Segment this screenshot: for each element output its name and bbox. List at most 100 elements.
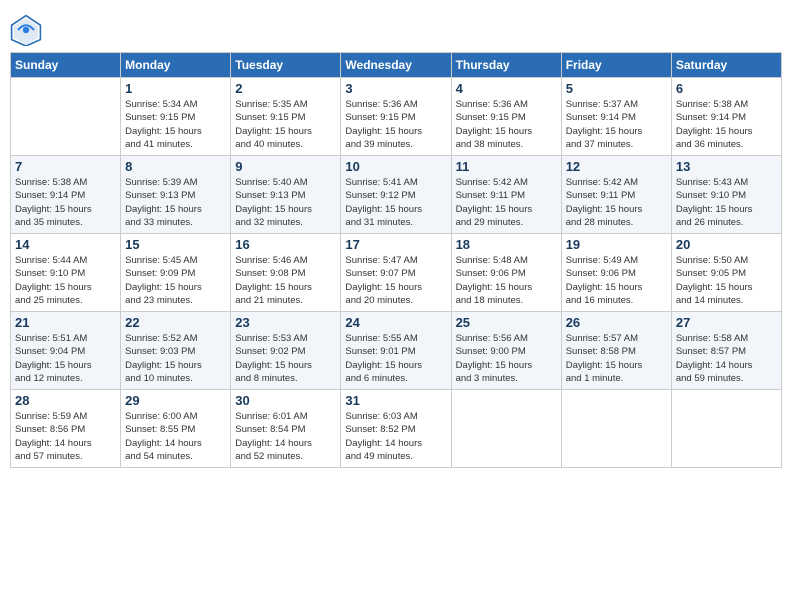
calendar-cell: 17 Sunrise: 5:47 AM Sunset: 9:07 PM Dayli…: [341, 234, 451, 312]
day-number: 3: [345, 81, 446, 96]
day-number: 11: [456, 159, 557, 174]
calendar-cell: 3 Sunrise: 5:36 AM Sunset: 9:15 PM Daylig…: [341, 78, 451, 156]
calendar-cell: 26Sunrise: 5:57 AM Sunset: 8:58 PM Dayli…: [561, 312, 671, 390]
day-info: Sunrise: 5:34 AM Sunset: 9:15 PM Dayligh…: [125, 98, 226, 151]
day-info: Sunrise: 6:03 AM Sunset: 8:52 PM Dayligh…: [345, 410, 446, 463]
header-row: SundayMondayTuesdayWednesdayThursdayFrid…: [11, 53, 782, 78]
calendar-cell: 8 Sunrise: 5:39 AM Sunset: 9:13 PM Daylig…: [121, 156, 231, 234]
calendar-cell: 28 Sunrise: 5:59 AM Sunset: 8:56 PM Dayli…: [11, 390, 121, 468]
day-info: Sunrise: 5:52 AM Sunset: 9:03 PM Dayligh…: [125, 332, 226, 385]
day-number: 28: [15, 393, 116, 408]
calendar-cell: 7 Sunrise: 5:38 AM Sunset: 9:14 PM Daylig…: [11, 156, 121, 234]
day-number: 9: [235, 159, 336, 174]
day-number: 19: [566, 237, 667, 252]
day-info: Sunrise: 6:01 AM Sunset: 8:54 PM Dayligh…: [235, 410, 336, 463]
week-row-1: 1 Sunrise: 5:34 AM Sunset: 9:15 PM Daylig…: [11, 78, 782, 156]
calendar-cell: 1 Sunrise: 5:34 AM Sunset: 9:15 PM Daylig…: [121, 78, 231, 156]
calendar-cell: 21 Sunrise: 5:51 AM Sunset: 9:04 PM Dayli…: [11, 312, 121, 390]
day-info: Sunrise: 5:56 AM Sunset: 9:00 PM Dayligh…: [456, 332, 557, 385]
calendar-cell: [671, 390, 781, 468]
day-info: Sunrise: 5:44 AM Sunset: 9:10 PM Dayligh…: [15, 254, 116, 307]
calendar-cell: 14 Sunrise: 5:44 AM Sunset: 9:10 PM Dayli…: [11, 234, 121, 312]
day-number: 18: [456, 237, 557, 252]
day-number: 13: [676, 159, 777, 174]
week-row-4: 21 Sunrise: 5:51 AM Sunset: 9:04 PM Dayli…: [11, 312, 782, 390]
calendar-cell: 23 Sunrise: 5:53 AM Sunset: 9:02 PM Dayli…: [231, 312, 341, 390]
calendar-cell: [11, 78, 121, 156]
day-info: Sunrise: 5:51 AM Sunset: 9:04 PM Dayligh…: [15, 332, 116, 385]
day-number: 15: [125, 237, 226, 252]
day-info: Sunrise: 5:43 AM Sunset: 9:10 PM Dayligh…: [676, 176, 777, 229]
calendar-cell: 22 Sunrise: 5:52 AM Sunset: 9:03 PM Dayli…: [121, 312, 231, 390]
day-number: 20: [676, 237, 777, 252]
day-info: Sunrise: 5:41 AM Sunset: 9:12 PM Dayligh…: [345, 176, 446, 229]
day-info: Sunrise: 5:42 AM Sunset: 9:11 PM Dayligh…: [566, 176, 667, 229]
day-number: 4: [456, 81, 557, 96]
week-row-3: 14 Sunrise: 5:44 AM Sunset: 9:10 PM Dayli…: [11, 234, 782, 312]
day-number: 30: [235, 393, 336, 408]
calendar-cell: 5Sunrise: 5:37 AM Sunset: 9:14 PM Daylig…: [561, 78, 671, 156]
day-number: 8: [125, 159, 226, 174]
col-header-wednesday: Wednesday: [341, 53, 451, 78]
day-number: 21: [15, 315, 116, 330]
calendar-cell: 31 Sunrise: 6:03 AM Sunset: 8:52 PM Dayli…: [341, 390, 451, 468]
calendar-cell: 20 Sunrise: 5:50 AM Sunset: 9:05 PM Dayli…: [671, 234, 781, 312]
calendar-cell: 16Sunrise: 5:46 AM Sunset: 9:08 PM Dayli…: [231, 234, 341, 312]
day-info: Sunrise: 5:35 AM Sunset: 9:15 PM Dayligh…: [235, 98, 336, 151]
day-number: 2: [235, 81, 336, 96]
calendar-cell: 9 Sunrise: 5:40 AM Sunset: 9:13 PM Daylig…: [231, 156, 341, 234]
calendar-cell: 19 Sunrise: 5:49 AM Sunset: 9:06 PM Dayli…: [561, 234, 671, 312]
calendar-cell: [561, 390, 671, 468]
calendar-cell: 11 Sunrise: 5:42 AM Sunset: 9:11 PM Dayli…: [451, 156, 561, 234]
day-info: Sunrise: 6:00 AM Sunset: 8:55 PM Dayligh…: [125, 410, 226, 463]
calendar-cell: 24Sunrise: 5:55 AM Sunset: 9:01 PM Dayli…: [341, 312, 451, 390]
day-number: 31: [345, 393, 446, 408]
logo: [10, 14, 46, 46]
calendar-cell: 2 Sunrise: 5:35 AM Sunset: 9:15 PM Daylig…: [231, 78, 341, 156]
col-header-thursday: Thursday: [451, 53, 561, 78]
day-info: Sunrise: 5:40 AM Sunset: 9:13 PM Dayligh…: [235, 176, 336, 229]
day-number: 23: [235, 315, 336, 330]
day-info: Sunrise: 5:46 AM Sunset: 9:08 PM Dayligh…: [235, 254, 336, 307]
day-info: Sunrise: 5:39 AM Sunset: 9:13 PM Dayligh…: [125, 176, 226, 229]
calendar-cell: 18Sunrise: 5:48 AM Sunset: 9:06 PM Dayli…: [451, 234, 561, 312]
day-number: 14: [15, 237, 116, 252]
day-info: Sunrise: 5:42 AM Sunset: 9:11 PM Dayligh…: [456, 176, 557, 229]
day-info: Sunrise: 5:49 AM Sunset: 9:06 PM Dayligh…: [566, 254, 667, 307]
day-info: Sunrise: 5:45 AM Sunset: 9:09 PM Dayligh…: [125, 254, 226, 307]
calendar-cell: [451, 390, 561, 468]
day-info: Sunrise: 5:36 AM Sunset: 9:15 PM Dayligh…: [345, 98, 446, 151]
col-header-saturday: Saturday: [671, 53, 781, 78]
logo-icon: [10, 14, 42, 46]
col-header-sunday: Sunday: [11, 53, 121, 78]
week-row-5: 28 Sunrise: 5:59 AM Sunset: 8:56 PM Dayli…: [11, 390, 782, 468]
calendar-cell: 29 Sunrise: 6:00 AM Sunset: 8:55 PM Dayli…: [121, 390, 231, 468]
calendar-cell: 12Sunrise: 5:42 AM Sunset: 9:11 PM Dayli…: [561, 156, 671, 234]
day-info: Sunrise: 5:59 AM Sunset: 8:56 PM Dayligh…: [15, 410, 116, 463]
day-info: Sunrise: 5:38 AM Sunset: 9:14 PM Dayligh…: [15, 176, 116, 229]
calendar-cell: 4Sunrise: 5:36 AM Sunset: 9:15 PM Daylig…: [451, 78, 561, 156]
day-number: 22: [125, 315, 226, 330]
day-number: 24: [345, 315, 446, 330]
calendar-table: SundayMondayTuesdayWednesdayThursdayFrid…: [10, 52, 782, 468]
day-number: 29: [125, 393, 226, 408]
day-info: Sunrise: 5:50 AM Sunset: 9:05 PM Dayligh…: [676, 254, 777, 307]
day-info: Sunrise: 5:47 AM Sunset: 9:07 PM Dayligh…: [345, 254, 446, 307]
day-number: 25: [456, 315, 557, 330]
day-number: 6: [676, 81, 777, 96]
col-header-friday: Friday: [561, 53, 671, 78]
day-info: Sunrise: 5:38 AM Sunset: 9:14 PM Dayligh…: [676, 98, 777, 151]
col-header-tuesday: Tuesday: [231, 53, 341, 78]
day-number: 1: [125, 81, 226, 96]
day-number: 27: [676, 315, 777, 330]
day-number: 10: [345, 159, 446, 174]
header: [10, 10, 782, 46]
calendar-cell: 27Sunrise: 5:58 AM Sunset: 8:57 PM Dayli…: [671, 312, 781, 390]
day-info: Sunrise: 5:53 AM Sunset: 9:02 PM Dayligh…: [235, 332, 336, 385]
calendar-cell: 13 Sunrise: 5:43 AM Sunset: 9:10 PM Dayli…: [671, 156, 781, 234]
col-header-monday: Monday: [121, 53, 231, 78]
day-number: 7: [15, 159, 116, 174]
calendar-cell: 30 Sunrise: 6:01 AM Sunset: 8:54 PM Dayli…: [231, 390, 341, 468]
calendar-cell: 10 Sunrise: 5:41 AM Sunset: 9:12 PM Dayli…: [341, 156, 451, 234]
day-number: 17: [345, 237, 446, 252]
